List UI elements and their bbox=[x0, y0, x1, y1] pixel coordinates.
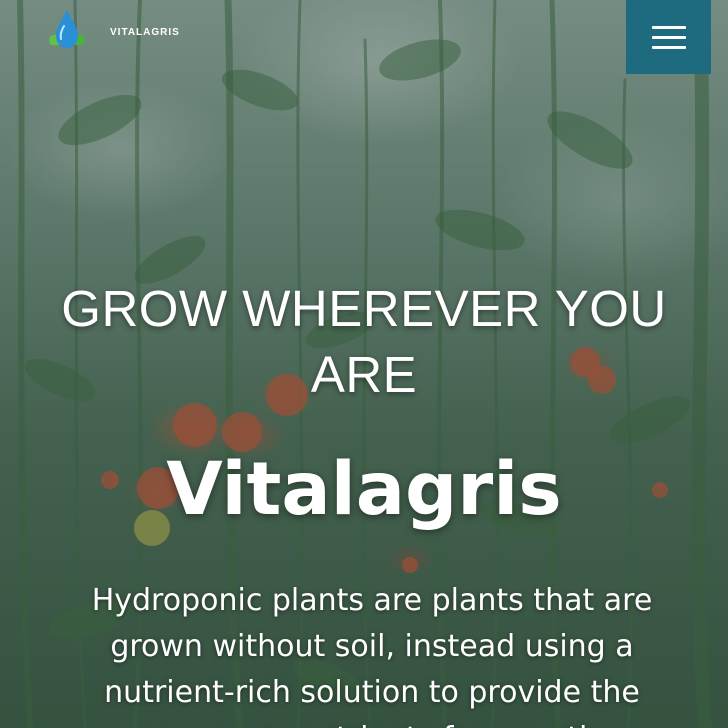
logo[interactable]: VITALAGRIS bbox=[44, 6, 180, 58]
hero-section: VITALAGRIS GROW WHEREVER YOU ARE Vitalag… bbox=[0, 0, 728, 728]
menu-line-icon bbox=[651, 25, 686, 29]
brand-title: Vitalagris bbox=[166, 447, 562, 532]
hamburger-menu-button[interactable] bbox=[626, 0, 711, 74]
menu-line-icon bbox=[651, 45, 686, 49]
menu-line-icon bbox=[651, 35, 686, 39]
logo-text: VITALAGRIS bbox=[110, 26, 180, 38]
hero-headline: GROW WHEREVER YOU ARE bbox=[61, 280, 667, 403]
water-drop-leaf-icon bbox=[49, 10, 85, 48]
hero-description: Hydroponic plants are plants that are gr… bbox=[91, 583, 653, 728]
